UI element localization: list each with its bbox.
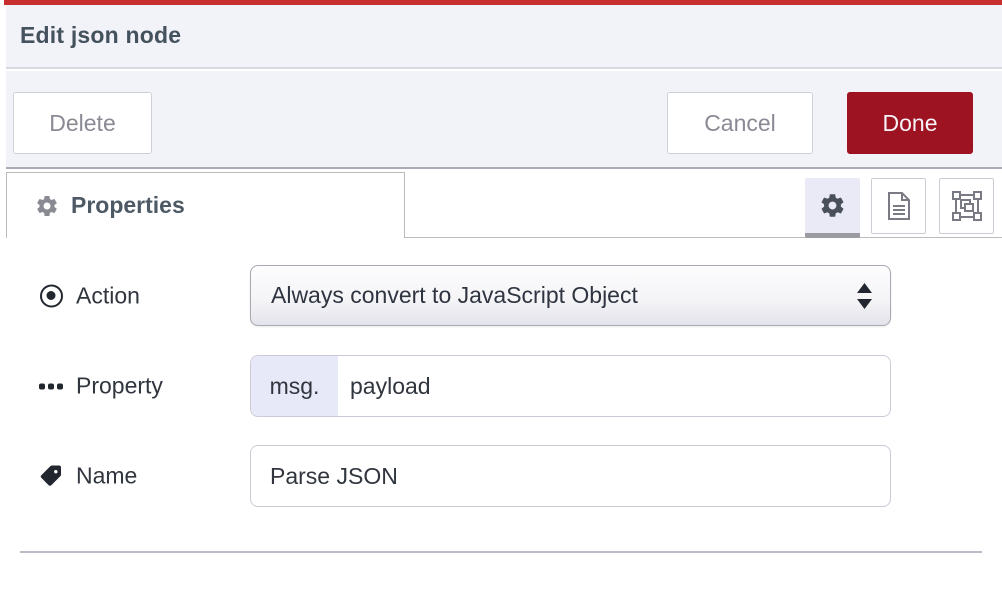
property-label: Property [38,373,163,400]
name-label: Name [38,463,137,490]
tab-properties-label: Properties [71,192,185,219]
done-button[interactable]: Done [847,92,973,154]
dialog-title: Edit json node [20,22,181,49]
gear-icon [35,194,59,218]
property-input[interactable] [338,356,890,416]
select-arrows-icon [857,283,872,309]
properties-form: Action Always convert to JavaScript Obje… [0,238,1002,604]
name-row: Name [0,445,1002,507]
property-input-group: msg. [250,355,891,417]
form-divider [20,551,982,553]
appearance-icon [951,190,983,222]
name-input[interactable] [251,446,890,506]
appearance-tool-button[interactable] [939,178,994,234]
action-select-value: Always convert to JavaScript Object [251,282,857,309]
action-label: Action [38,282,140,309]
action-select[interactable]: Always convert to JavaScript Object [250,265,891,326]
edit-properties-tool-button[interactable] [805,178,860,238]
dialog-toolbar: Delete Cancel Done [6,71,1002,169]
cancel-button[interactable]: Cancel [667,92,813,154]
edit-json-node-dialog: Edit json node Delete Cancel Done Proper… [0,0,1002,604]
msg-prefix-badge: msg. [251,356,338,416]
tag-icon [38,464,64,488]
tab-properties[interactable]: Properties [6,172,405,238]
description-tool-button[interactable] [871,178,926,234]
tab-bar: Properties [0,169,1002,238]
file-icon [886,191,912,221]
ellipsis-icon [38,383,64,389]
delete-button[interactable]: Delete [13,92,152,154]
property-row: Property msg. [0,355,1002,417]
dialog-header: Edit json node [6,5,1002,69]
action-row: Action Always convert to JavaScript Obje… [0,265,1002,326]
name-input-group [250,445,891,507]
dot-circle-icon [38,284,64,307]
gear-icon [819,192,846,219]
